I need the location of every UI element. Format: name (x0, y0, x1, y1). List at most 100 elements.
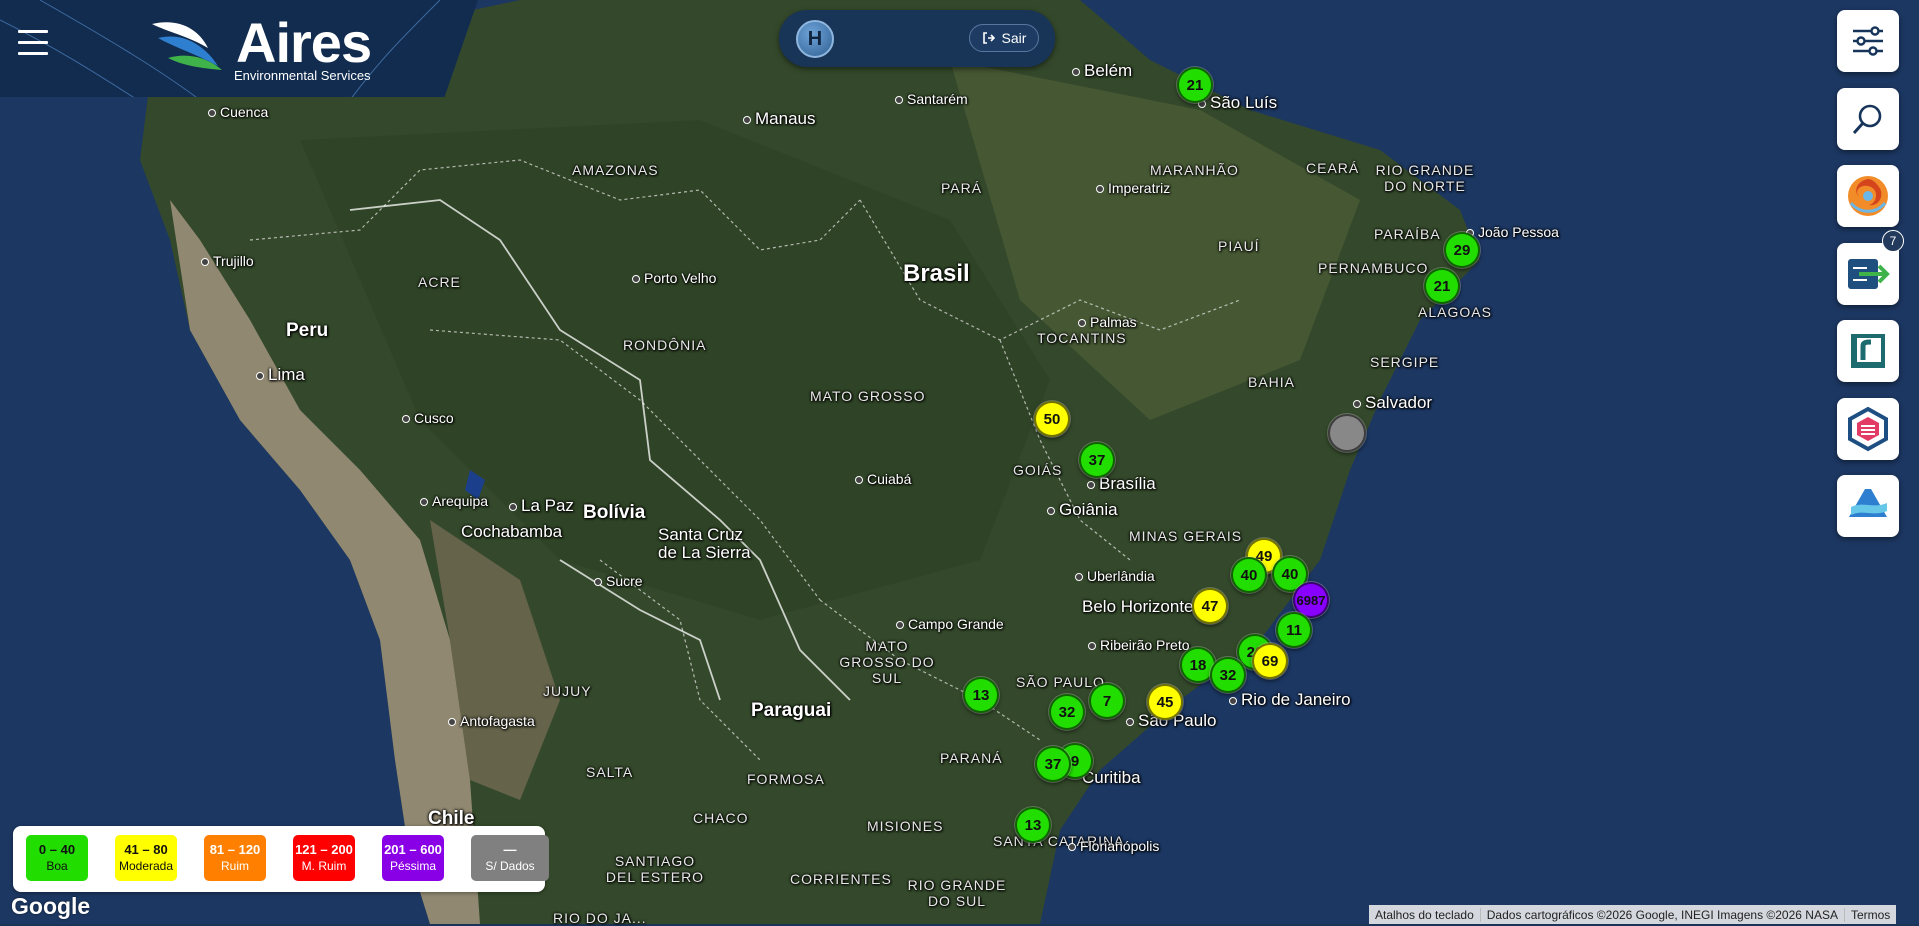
aqi-marker[interactable]: 47 (1192, 588, 1228, 624)
menu-button[interactable] (18, 30, 48, 60)
aqi-marker[interactable]: 37 (1035, 746, 1071, 782)
label-text: CORRIENTES (790, 871, 892, 887)
city-dot-icon (1068, 843, 1076, 852)
aqi-marker[interactable]: 13 (1015, 807, 1051, 843)
logout-label: Sair (1001, 30, 1027, 46)
aqi-marker[interactable]: 29 (1444, 232, 1480, 268)
menu-line (18, 52, 48, 55)
label-text: Antofagasta (460, 713, 535, 729)
aires-logo[interactable]: Aires Environmental Services (148, 11, 398, 86)
app-header: Aires Environmental Services (0, 0, 478, 97)
user-avatar[interactable]: H (796, 20, 834, 58)
search-button[interactable] (1837, 88, 1899, 150)
aqi-marker[interactable]: 21 (1424, 268, 1460, 304)
city-dot-icon (855, 476, 863, 485)
aqi-marker[interactable]: 69 (1252, 643, 1288, 679)
legend-item: 0 – 40 Boa (26, 835, 88, 881)
label-text: Salvador (1365, 393, 1433, 412)
city-label: Belém (1072, 61, 1132, 81)
state-label: PARÁ (941, 180, 982, 196)
report-icon (1851, 334, 1885, 368)
keyboard-shortcuts-link[interactable]: Atalhos do teclado (1369, 908, 1480, 922)
city-label: Porto Velho (632, 270, 716, 286)
legend-label: Boa (46, 859, 68, 873)
city-dot-icon (1047, 506, 1055, 515)
city-dot-icon (1229, 696, 1237, 705)
city-label: Cusco (402, 410, 454, 426)
terms-link[interactable]: Termos (1843, 907, 1896, 922)
city-dot-icon (895, 96, 903, 105)
aqi-marker[interactable]: 13 (963, 677, 999, 713)
logout-icon (982, 32, 995, 44)
label-text: PARAÍBA (1374, 226, 1441, 242)
state-label: SERGIPE (1370, 354, 1439, 370)
label-text: Brasília (1099, 474, 1156, 493)
legend-range: 0 – 40 (38, 842, 76, 857)
label-text: Santa Cruz de La Sierra (658, 525, 751, 562)
state-label: RIO GRANDE DO NORTE (1370, 162, 1480, 194)
label-text: MINAS GERAIS (1129, 528, 1243, 544)
label-text: TOCANTINS (1037, 330, 1127, 346)
label-text: ACRE (418, 274, 461, 290)
aqi-marker[interactable] (1328, 414, 1366, 452)
state-label: SANTIAGO DEL ESTERO (600, 853, 710, 885)
shield-icon (1848, 406, 1888, 452)
state-label: BAHIA (1248, 374, 1295, 390)
city-label: Imperatriz (1096, 180, 1170, 196)
aqi-marker[interactable]: 40 (1231, 557, 1267, 593)
city-dot-icon (1126, 717, 1134, 726)
state-label: ACRE (418, 274, 461, 290)
layer-reports-button[interactable] (1837, 320, 1899, 382)
city-label: Curitiba (1082, 768, 1141, 788)
city-label: Cuiabá (855, 471, 911, 487)
aqi-marker[interactable]: 32 (1210, 657, 1246, 693)
country-label: Brasil (903, 260, 970, 288)
legend-range: 201 – 600 (384, 842, 442, 857)
legend-label: Ruim (220, 859, 249, 873)
layer-weather-button[interactable] (1837, 165, 1899, 227)
aqi-marker[interactable]: 50 (1034, 401, 1070, 437)
label-text: MARANHÃO (1150, 162, 1239, 178)
city-dot-icon (1075, 573, 1083, 582)
state-label: CEARÁ (1306, 160, 1359, 176)
filters-button[interactable] (1837, 10, 1899, 72)
aqi-marker[interactable]: 37 (1079, 442, 1115, 478)
label-text: PIAUÍ (1218, 238, 1260, 254)
city-dot-icon (256, 371, 264, 380)
city-dot-icon (208, 109, 216, 118)
city-label: Goiânia (1047, 500, 1118, 520)
city-dot-icon (896, 621, 904, 630)
city-dot-icon (632, 275, 640, 284)
aqi-marker[interactable]: 11 (1276, 612, 1312, 648)
label-text: FORMOSA (747, 771, 825, 787)
city-label: Belo Horizonte (1082, 597, 1194, 617)
layer-monitoring-button[interactable] (1837, 398, 1899, 460)
state-label: FORMOSA (747, 771, 825, 787)
label-text: MATO GROSSO (810, 388, 926, 404)
city-label: Florianópolis (1068, 838, 1159, 854)
layer-aires-button[interactable] (1837, 475, 1899, 537)
aqi-marker[interactable]: 45 (1147, 684, 1183, 720)
label-text: JUJUY (543, 683, 592, 699)
city-label: Manaus (743, 109, 815, 129)
map-canvas[interactable] (0, 0, 1919, 924)
city-label: Santarém (895, 91, 968, 107)
label-text: São Luís (1210, 93, 1278, 112)
aqi-marker[interactable]: 21 (1177, 67, 1213, 103)
state-label: PERNAMBUCO (1318, 260, 1428, 276)
aires-logo-icon (152, 22, 222, 70)
label-text: Paraguai (751, 700, 832, 721)
aqi-marker[interactable]: 32 (1049, 694, 1085, 730)
layer-export-button[interactable] (1837, 243, 1899, 305)
google-logo: Google (11, 893, 91, 919)
logout-button[interactable]: Sair (969, 24, 1039, 52)
hurricane-icon (1848, 176, 1888, 216)
city-dot-icon (743, 115, 751, 124)
city-label: Cochabamba (461, 522, 562, 542)
aqi-marker[interactable]: 7 (1089, 683, 1125, 719)
state-label: PARAÍBA (1374, 226, 1441, 242)
state-label: MISIONES (867, 818, 943, 834)
label-text: MISIONES (867, 818, 944, 834)
legend-item: 81 – 120 Ruim (204, 835, 266, 881)
brand-name: Aires (236, 11, 372, 74)
